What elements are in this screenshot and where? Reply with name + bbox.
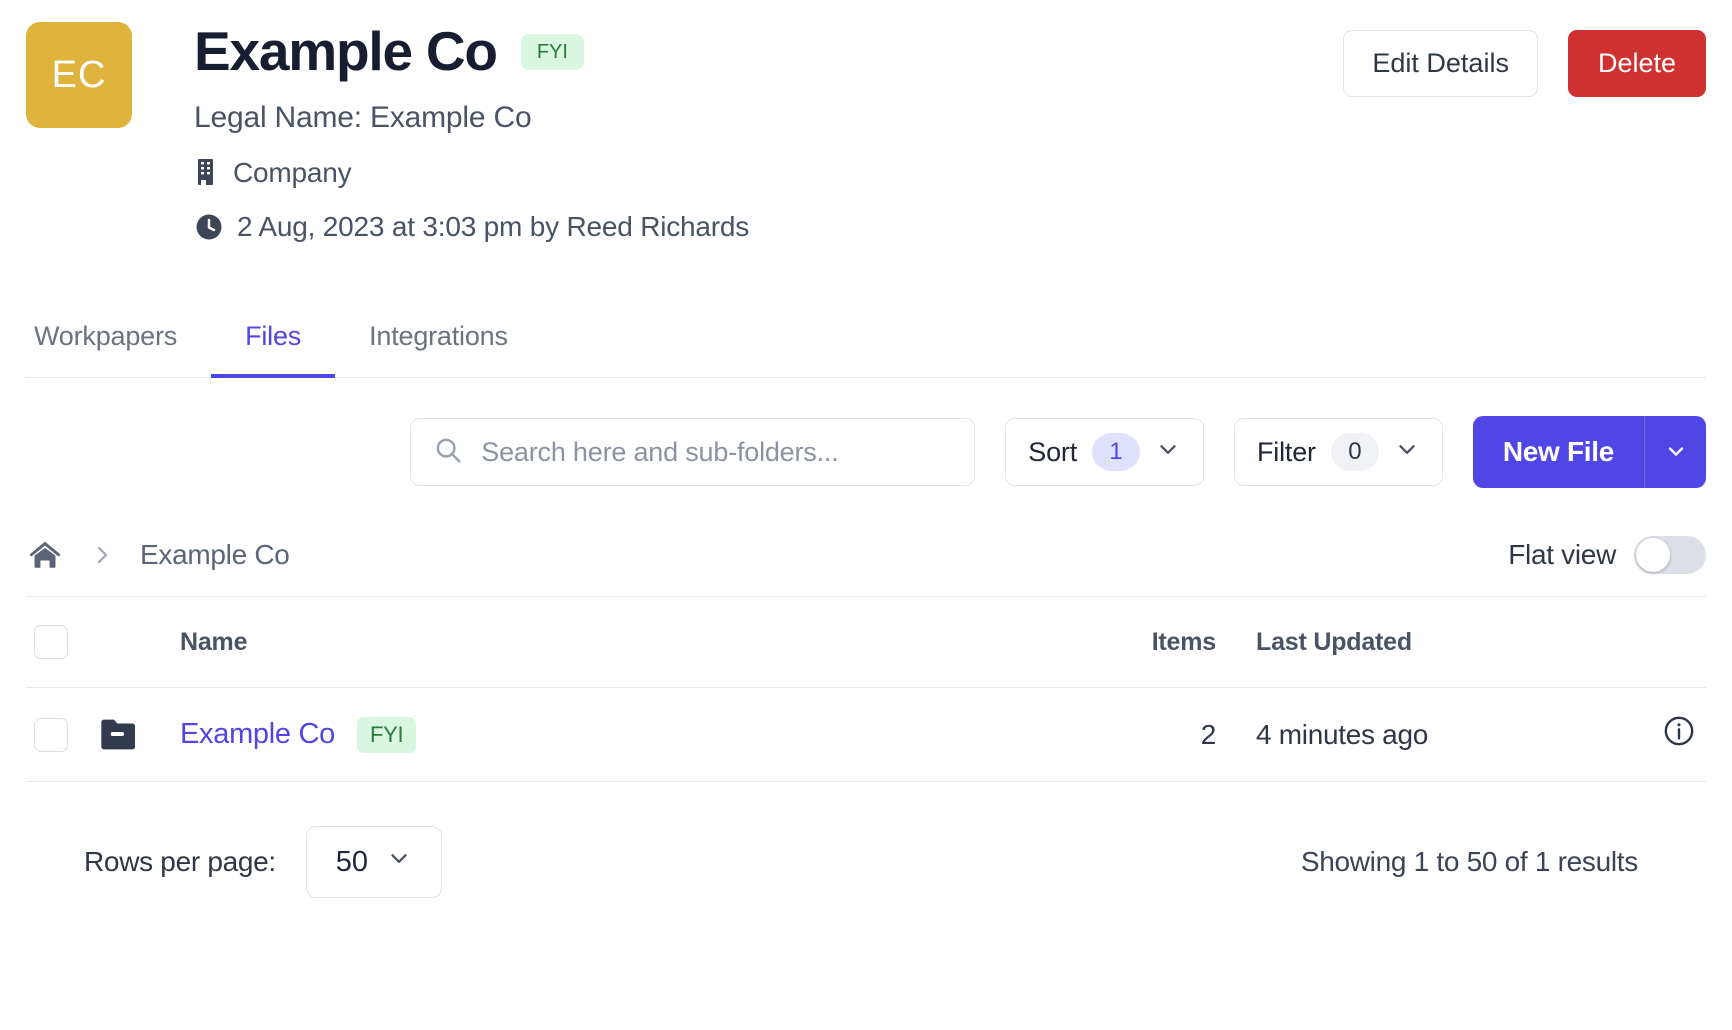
row-info-cell <box>1616 687 1706 782</box>
header-actions: Edit Details Delete <box>1343 22 1706 97</box>
tab-files[interactable]: Files <box>211 321 336 378</box>
filter-label: Filter <box>1257 436 1316 467</box>
file-manager-page: EC Example Co FYI Legal Name: Example Co <box>0 0 1732 1030</box>
breadcrumb: Example Co Flat view <box>26 536 1706 597</box>
new-file-button[interactable]: New File <box>1472 416 1644 488</box>
timestamp-label: 2 Aug, 2023 at 3:03 pm by Reed Richards <box>237 211 750 242</box>
row-items-cell: 2 <box>1066 687 1216 782</box>
chevron-down-icon <box>1394 436 1420 469</box>
timestamp-row: 2 Aug, 2023 at 3:03 pm by Reed Richards <box>194 211 1343 243</box>
tab-bar: Workpapers Files Integrations <box>26 321 1706 378</box>
row-checkbox[interactable] <box>34 717 68 752</box>
column-header-items[interactable]: Items <box>1066 597 1216 688</box>
avatar: EC <box>26 22 132 128</box>
entity-type-row: Company <box>194 157 1343 189</box>
icon-header <box>98 597 180 688</box>
rows-per-page-select[interactable]: 50 <box>305 826 442 898</box>
toggle-knob <box>1636 538 1670 572</box>
clock-icon <box>194 212 224 242</box>
entity-type-label: Company <box>233 157 352 188</box>
folder-link[interactable]: Example Co <box>180 718 335 751</box>
tab-workpapers[interactable]: Workpapers <box>26 321 211 378</box>
legal-name: Legal Name: Example Co <box>194 101 532 134</box>
results-summary: Showing 1 to 50 of 1 results <box>1300 846 1638 877</box>
delete-button[interactable]: Delete <box>1567 30 1706 97</box>
chevron-right-icon <box>90 541 114 569</box>
edit-details-button[interactable]: Edit Details <box>1343 30 1538 97</box>
breadcrumb-current[interactable]: Example Co <box>140 539 290 571</box>
row-select-cell <box>26 687 98 782</box>
filter-button[interactable]: Filter 0 <box>1234 418 1443 486</box>
table-body: Example Co FYI 2 4 minutes ago <box>26 687 1706 782</box>
name-cell: Example Co FYI <box>180 716 1066 753</box>
title-row: Example Co FYI <box>194 24 1343 79</box>
rows-per-page-label: Rows per page: <box>84 846 276 877</box>
select-all-header <box>26 597 98 688</box>
flat-view-label: Flat view <box>1508 539 1616 570</box>
search-input[interactable] <box>479 435 953 469</box>
files-table: Name Items Last Updated Example Co FYI 2… <box>26 597 1706 782</box>
column-header-name[interactable]: Name <box>180 597 1066 688</box>
table-footer: Rows per page: 50 Showing 1 to 50 of 1 r… <box>26 826 1706 898</box>
sort-button[interactable]: Sort 1 <box>1005 418 1204 486</box>
table-header: Name Items Last Updated <box>26 597 1706 688</box>
select-all-checkbox[interactable] <box>34 625 68 659</box>
search-icon <box>433 435 463 470</box>
row-name-cell: Example Co FYI <box>180 687 1066 782</box>
flat-view-control: Flat view <box>1508 536 1706 574</box>
status-badge: FYI <box>520 33 584 70</box>
chevron-down-icon <box>386 845 412 879</box>
info-icon[interactable] <box>1662 714 1696 748</box>
filter-count-badge: 0 <box>1330 433 1379 471</box>
sort-count-badge: 1 <box>1092 433 1140 471</box>
home-icon[interactable] <box>26 538 64 572</box>
tab-integrations[interactable]: Integrations <box>335 321 542 378</box>
chevron-down-icon <box>1664 439 1688 466</box>
files-toolbar: Sort 1 Filter 0 New File <box>26 416 1706 488</box>
search-box[interactable] <box>410 418 976 486</box>
column-header-last-updated[interactable]: Last Updated <box>1216 597 1616 688</box>
rows-per-page-value: 50 <box>335 845 369 878</box>
actions-header <box>1616 597 1706 688</box>
row-last-updated-cell: 4 minutes ago <box>1216 687 1616 782</box>
flat-view-toggle[interactable] <box>1634 536 1706 574</box>
sort-label: Sort <box>1028 436 1077 467</box>
entity-header-body: Example Co FYI Legal Name: Example Co Co… <box>194 22 1343 243</box>
row-status-badge: FYI <box>356 716 417 753</box>
table-row[interactable]: Example Co FYI 2 4 minutes ago <box>26 687 1706 782</box>
folder-icon <box>98 717 180 753</box>
new-file-dropdown-button[interactable] <box>1644 416 1706 488</box>
building-icon <box>194 158 220 188</box>
row-icon-cell <box>98 687 180 782</box>
new-file-group: New File <box>1472 416 1706 488</box>
page-title: Example Co <box>194 20 498 82</box>
chevron-down-icon <box>1155 436 1181 469</box>
table-header-row: Name Items Last Updated <box>26 597 1706 688</box>
entity-header: EC Example Co FYI Legal Name: Example Co <box>0 0 1732 243</box>
